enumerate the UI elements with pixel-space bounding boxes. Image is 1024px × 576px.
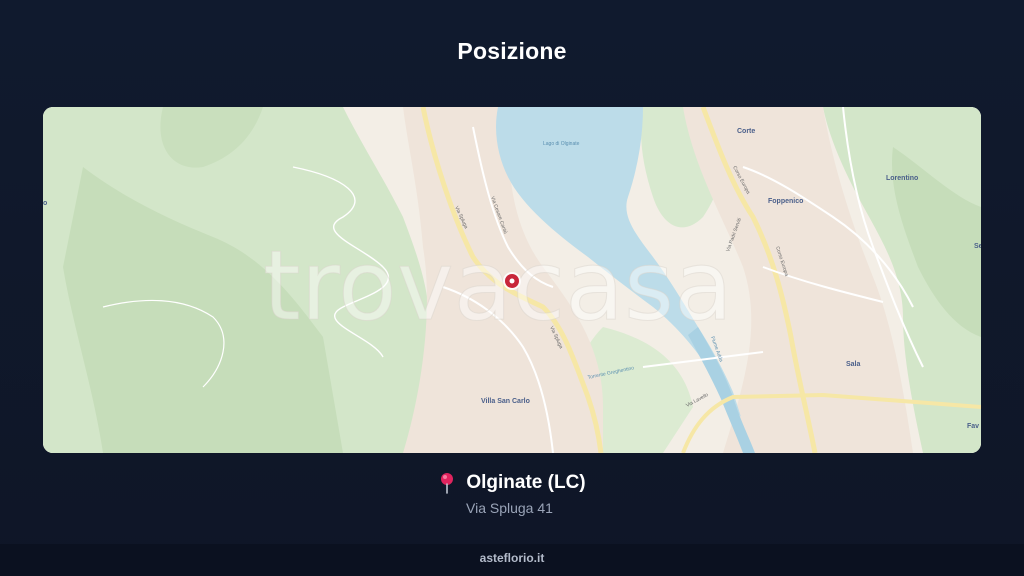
- pushpin-icon: [438, 472, 456, 494]
- label-villa-san-carlo: Villa San Carlo: [481, 398, 530, 405]
- label-sala: Sala: [846, 361, 861, 368]
- map-marker-icon[interactable]: [503, 272, 521, 290]
- label-lorentino: Lorentino: [886, 175, 918, 182]
- label-se-partial: Se: [974, 243, 981, 250]
- map-view[interactable]: Corte Lorentino Foppenico Sala Villa San…: [43, 107, 981, 453]
- location-address: Via Spluga 41: [466, 500, 553, 516]
- label-foppenico: Foppenico: [768, 198, 803, 205]
- map-canvas[interactable]: Corte Lorentino Foppenico Sala Villa San…: [43, 107, 981, 453]
- label-o-partial: o: [43, 200, 47, 207]
- label-corte: Corte: [737, 128, 755, 135]
- lake-label: Lago di Olginate: [543, 141, 580, 147]
- page-title: Posizione: [457, 38, 567, 64]
- label-fav-partial: Fav: [967, 423, 979, 430]
- location-city: Olginate (LC): [466, 472, 586, 493]
- page: Posizione Corte Lorentino Foppenico Sala…: [0, 0, 1024, 576]
- map-watermark: trovacasa: [263, 230, 733, 342]
- location-block: Olginate (LC): [0, 472, 1024, 499]
- footer-site-link[interactable]: asteflorio.it: [0, 551, 1024, 565]
